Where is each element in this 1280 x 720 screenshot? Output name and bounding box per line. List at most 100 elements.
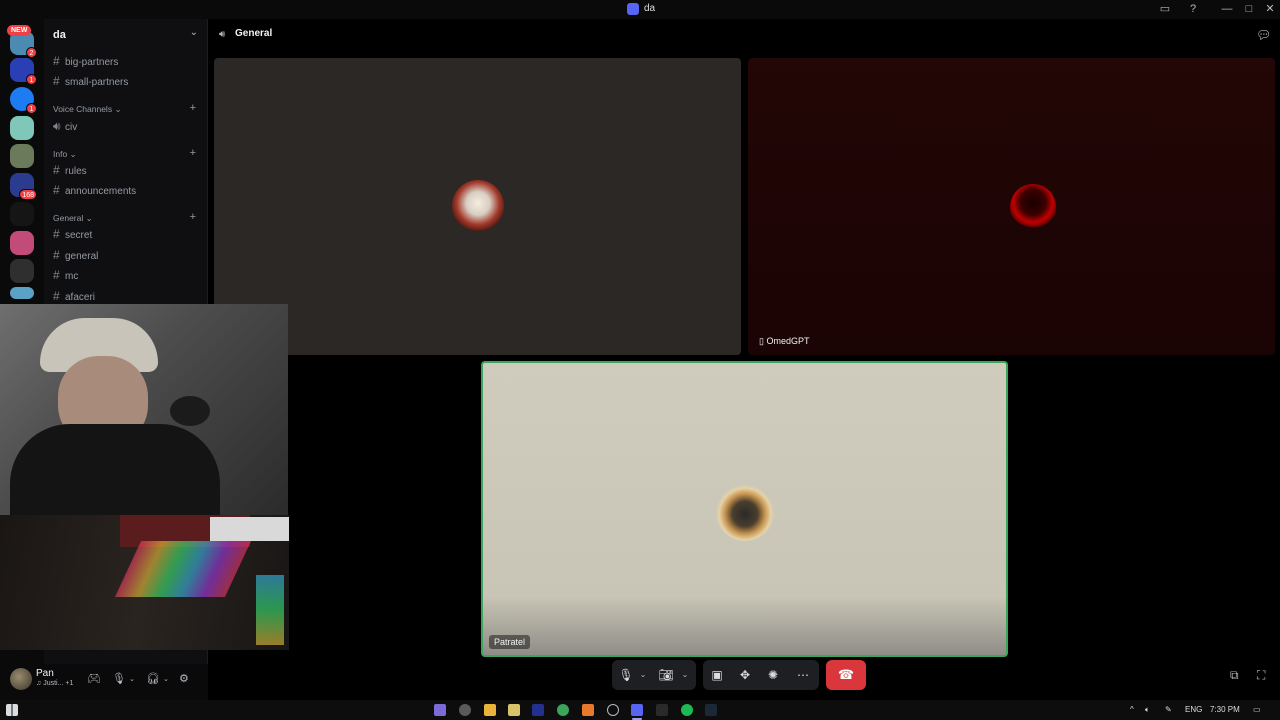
channel-announcements[interactable]: # announcements [53, 182, 136, 198]
taskbar-app-icon[interactable] [656, 704, 668, 716]
channel-afaceri[interactable]: # afaceri [53, 288, 95, 304]
chat-bubble-icon[interactable]: 💬︎ [1256, 28, 1271, 42]
notification-badge: 1 [26, 74, 37, 85]
participant-tile-speaking[interactable]: Patratel [481, 361, 1008, 657]
new-badge: NEW [7, 25, 32, 36]
channel-small-partners[interactable]: # small-partners [53, 73, 128, 89]
chevron-down-icon[interactable]: ⌄ [129, 675, 135, 683]
taskbar-app-icon[interactable] [459, 704, 471, 716]
windows-start-icon[interactable] [6, 704, 18, 716]
fullscreen-icon[interactable]: ⛶ [1257, 668, 1265, 683]
voice-channel-civ[interactable]: 🔊︎ civ [53, 118, 77, 134]
webcam-overlay-face [0, 304, 288, 515]
language-indicator[interactable]: ENG [1185, 705, 1202, 714]
hash-icon: # [53, 74, 60, 88]
server-icon[interactable] [10, 287, 34, 299]
server-icon[interactable] [10, 259, 34, 283]
discord-app-icon [627, 3, 639, 15]
username: Pan [36, 668, 54, 679]
channel-secret[interactable]: # secret [53, 226, 92, 242]
discord-taskbar-icon[interactable] [631, 704, 643, 716]
pen-icon[interactable]: ✎ [1165, 705, 1172, 714]
screen-share-icon[interactable]: ▣ [709, 660, 725, 690]
hash-icon: # [53, 227, 60, 241]
participant-name-tag: Patratel [489, 635, 531, 649]
avatar[interactable] [10, 668, 32, 690]
add-channel-icon[interactable]: + [190, 147, 196, 159]
gear-icon[interactable]: ⚙︎ [179, 672, 189, 685]
participant-avatar [715, 481, 775, 541]
hash-icon: # [53, 183, 60, 197]
volume-icon[interactable]: 🔈︎ [1145, 705, 1150, 715]
taskbar-app-icon[interactable] [434, 704, 446, 716]
speaker-icon: 🔊︎ [53, 119, 61, 133]
notification-badge: 1 [26, 103, 37, 114]
channel-rules[interactable]: # rules [53, 162, 87, 178]
notification-badge: 168 [19, 189, 37, 200]
participant-tile[interactable]: ▯ OmedGPT [748, 58, 1275, 355]
more-options-icon[interactable]: ⋯ [795, 660, 811, 690]
minimize-button[interactable]: — [1220, 2, 1234, 16]
hash-icon: # [53, 163, 60, 177]
taskbar-app-icon[interactable] [508, 704, 520, 716]
participant-name-tag: ▯ OmedGPT [759, 336, 810, 346]
search-icon[interactable] [582, 704, 594, 716]
steam-icon[interactable] [705, 704, 717, 716]
channel-big-partners[interactable]: # big-partners [53, 53, 118, 69]
clock-icon[interactable] [607, 704, 619, 716]
maximize-button[interactable]: □ [1242, 2, 1256, 16]
camera-off-icon[interactable]: 📷︎ [658, 660, 674, 690]
channel-mc[interactable]: # mc [53, 267, 78, 283]
server-icon[interactable] [10, 116, 34, 140]
server-icon[interactable] [10, 144, 34, 168]
guild-name: da [53, 29, 66, 41]
webcam-overlay-desk [0, 515, 289, 650]
microphone-icon[interactable]: 🎙︎ [618, 660, 634, 690]
participant-avatar [1010, 184, 1056, 230]
server-icon[interactable] [10, 202, 34, 226]
channel-label: civ [65, 122, 78, 133]
server-icon[interactable]: 168 [10, 173, 37, 200]
chevron-down-icon[interactable]: ⌄ [680, 660, 690, 690]
close-button[interactable]: ✕ [1263, 2, 1277, 16]
notification-badge: 2 [26, 47, 37, 58]
activities-icon[interactable]: ✥ [737, 660, 753, 690]
category-voice-channels[interactable]: Voice Channels ⌄ [53, 104, 122, 115]
help-icon[interactable]: ? [1186, 2, 1200, 16]
spotify-icon[interactable] [681, 704, 693, 716]
add-channel-icon[interactable]: + [190, 102, 196, 114]
channel-label: small-partners [65, 77, 129, 88]
category-general[interactable]: General ⌄ [53, 213, 93, 224]
folder-icon[interactable] [484, 704, 496, 716]
chevron-up-icon[interactable]: ^ [1130, 705, 1134, 714]
server-icon[interactable]: 1 [10, 58, 37, 85]
add-channel-icon[interactable]: + [190, 211, 196, 223]
soundboard-icon[interactable]: ✺ [765, 660, 781, 690]
gamepad-icon[interactable]: 🎮︎ [87, 672, 101, 685]
channel-general[interactable]: # general [53, 247, 98, 263]
chevron-down-icon[interactable]: ⌄ [163, 675, 169, 683]
taskbar-clock[interactable]: 7:30 PM [1210, 705, 1240, 714]
disconnect-button[interactable]: ☎︎ [826, 660, 866, 690]
server-icon[interactable] [10, 231, 34, 255]
microphone-icon[interactable]: 🎙︎ [112, 672, 126, 685]
participant-avatar [452, 180, 504, 232]
hash-icon: # [53, 289, 60, 303]
participant-tile[interactable] [214, 58, 741, 355]
chevron-down-icon[interactable]: ⌄ [638, 660, 648, 690]
headphones-icon[interactable]: 🎧︎ [146, 672, 160, 685]
screen-share-status-icon[interactable]: ▭ [1158, 2, 1172, 16]
server-icon[interactable]: 1 [10, 87, 37, 114]
notifications-icon[interactable]: ▭ [1253, 705, 1261, 714]
hash-icon: # [53, 248, 60, 262]
guild-header[interactable]: da ⌄ [44, 19, 208, 49]
taskbar-app-icon[interactable] [557, 704, 569, 716]
category-info[interactable]: Info ⌄ [53, 149, 77, 160]
taskbar-app-icon[interactable] [532, 704, 544, 716]
call-actions: ▣ ✥ ✺ ⋯ [703, 660, 819, 690]
user-status: ♫ Justi... +1 [36, 680, 74, 687]
channel-label: general [65, 251, 99, 262]
channel-label: afaceri [65, 292, 96, 303]
audio-video-controls: 🎙︎ ⌄ 📷︎ ⌄ [612, 660, 696, 690]
popout-icon[interactable]: ⧉ [1230, 668, 1239, 683]
